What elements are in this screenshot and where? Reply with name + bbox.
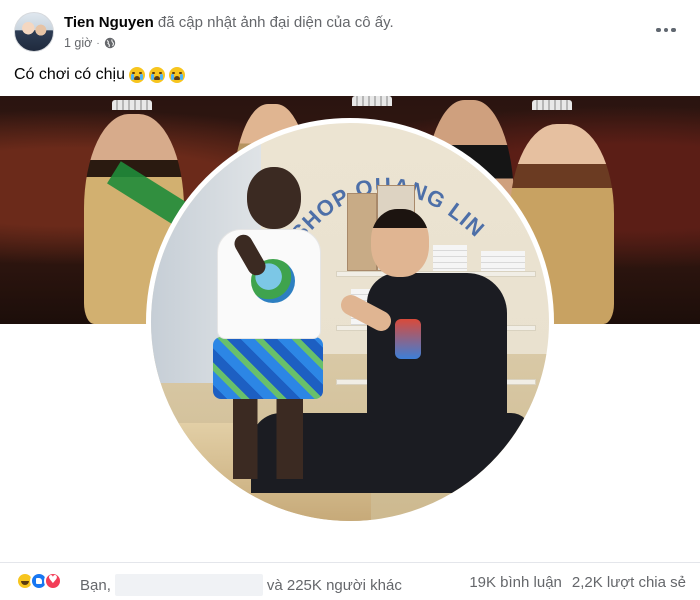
folded-stack bbox=[433, 245, 467, 271]
crown-icon bbox=[352, 96, 392, 106]
crown-icon bbox=[532, 100, 572, 110]
more-options-button[interactable] bbox=[652, 20, 680, 40]
feed-post: Tien Nguyen đã cập nhật ảnh đại diện của… bbox=[0, 0, 700, 600]
more-horizontal-icon bbox=[656, 27, 661, 33]
engagement-counts: 19K bình luận 2,2K lượt chia sẻ bbox=[469, 574, 686, 591]
reactions-bar: Bạn, và 225K người khác 19K bình luận 2,… bbox=[0, 562, 700, 600]
crying-face-icon bbox=[168, 67, 185, 83]
reaction-suffix: và 225K người khác bbox=[266, 576, 402, 594]
man-head bbox=[371, 209, 429, 277]
folded-stack bbox=[481, 251, 525, 271]
reaction-prefix: Bạn, bbox=[80, 576, 111, 594]
post-header: Tien Nguyen đã cập nhật ảnh đại diện của… bbox=[0, 0, 700, 60]
crown-icon bbox=[112, 100, 152, 110]
shares-count[interactable]: 2,2K lượt chia sẻ bbox=[572, 574, 686, 591]
kid-legs bbox=[233, 399, 303, 479]
shop-sign-text: SHOP QUANG LINH VLOG bbox=[151, 123, 489, 246]
kid-head bbox=[247, 167, 301, 229]
more-dot bbox=[663, 27, 669, 33]
post-meta: 1 giờ · bbox=[64, 36, 116, 50]
meta-separator: · bbox=[96, 37, 100, 49]
post-timestamp[interactable]: 1 giờ bbox=[64, 36, 92, 50]
crying-face-icon bbox=[148, 67, 165, 83]
post-caption: Có chơi có chịu bbox=[14, 64, 185, 86]
svg-text:SHOP QUANG LINH VLOG: SHOP QUANG LINH VLOG bbox=[151, 123, 490, 246]
redacted-names bbox=[114, 574, 263, 596]
man-body bbox=[367, 273, 507, 423]
comments-count[interactable]: 19K bình luận bbox=[469, 574, 562, 591]
author-name[interactable]: Tien Nguyen bbox=[64, 14, 154, 31]
caption-text: Có chơi có chịu bbox=[14, 66, 125, 83]
shirt-print bbox=[395, 319, 421, 359]
reaction-icons[interactable] bbox=[16, 572, 62, 590]
globe-icon[interactable] bbox=[104, 37, 116, 49]
reaction-summary[interactable]: Bạn, và 225K người khác bbox=[80, 574, 402, 596]
crying-face-icon bbox=[128, 67, 145, 83]
more-dot bbox=[671, 27, 676, 33]
love-icon bbox=[44, 572, 62, 590]
author-line: Tien Nguyen đã cập nhật ảnh đại diện của… bbox=[64, 14, 394, 32]
post-action-text: đã cập nhật ảnh đại diện của cô ấy. bbox=[157, 14, 394, 31]
profile-photo[interactable]: SHOP QUANG LINH VLOG bbox=[146, 118, 554, 526]
kid-shorts bbox=[213, 337, 323, 399]
author-avatar[interactable] bbox=[14, 12, 54, 52]
